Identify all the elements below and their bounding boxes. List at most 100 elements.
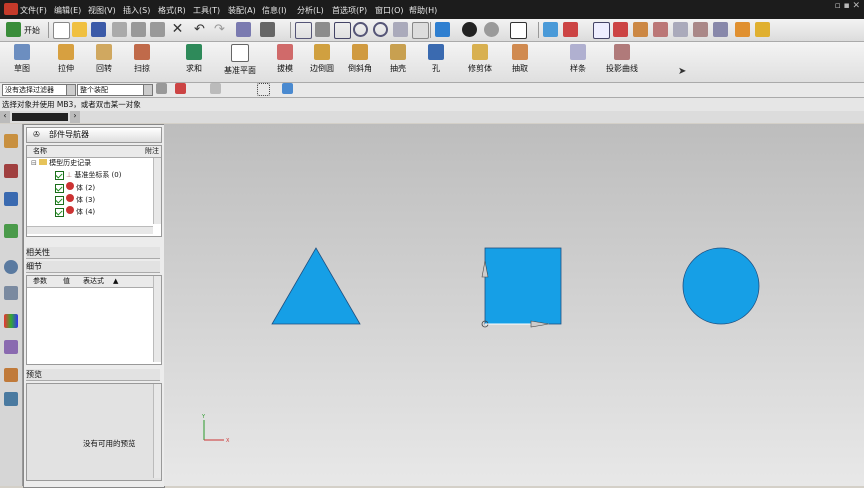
revolve-button[interactable]: 回转 xyxy=(86,44,122,74)
details-scrollbar[interactable] xyxy=(153,276,161,362)
menu-edit[interactable]: 编辑(E) xyxy=(54,5,81,16)
select-icon[interactable] xyxy=(260,22,275,37)
analysis-icon[interactable] xyxy=(593,22,610,39)
background-icon[interactable] xyxy=(484,22,499,37)
tree-row-history[interactable]: ⊟ 模型历史记录 xyxy=(31,158,155,169)
sort-up-icon[interactable]: ▲ xyxy=(113,276,118,287)
zoom-window-icon[interactable] xyxy=(334,22,351,39)
perspective-icon[interactable] xyxy=(412,22,429,39)
new-icon[interactable] xyxy=(53,22,70,39)
col-note[interactable]: 附注 xyxy=(145,146,159,157)
menu-preferences[interactable]: 首选项(P) xyxy=(332,5,367,16)
reuse-library-icon[interactable] xyxy=(4,224,18,238)
snap-point-icon[interactable] xyxy=(175,83,186,94)
open-icon[interactable] xyxy=(72,22,87,37)
edit-section-icon[interactable] xyxy=(510,22,527,39)
undo-icon[interactable]: ↶ xyxy=(192,22,207,37)
arrow-icon[interactable] xyxy=(653,22,668,37)
selection-filter-dropdown[interactable]: 没有选择过滤器 xyxy=(2,84,76,96)
preview-panel[interactable]: 预览 xyxy=(26,369,160,381)
checkbox[interactable] xyxy=(55,207,64,217)
selection-scope-dropdown[interactable]: 整个装配 xyxy=(77,84,153,96)
rectangle-select-icon[interactable] xyxy=(257,83,270,96)
tree-scrollbar[interactable] xyxy=(153,158,161,224)
checkbox[interactable] xyxy=(55,195,64,205)
preview-scrollbar[interactable] xyxy=(153,384,161,478)
measure-icon[interactable] xyxy=(735,22,750,37)
menu-info[interactable]: 信息(I) xyxy=(262,5,287,16)
project-curve-button[interactable]: 投影曲线 xyxy=(600,44,644,74)
menu-insert[interactable]: 插入(S) xyxy=(123,5,150,16)
save-icon[interactable] xyxy=(91,22,106,37)
menu-format[interactable]: 格式(R) xyxy=(158,5,186,16)
checkbox[interactable] xyxy=(55,183,64,193)
cube-icon[interactable] xyxy=(282,83,293,94)
trim-body-button[interactable]: 修剪体 xyxy=(460,44,500,74)
render-style-icon[interactable] xyxy=(462,22,477,37)
scroll-left-icon[interactable]: ‹ xyxy=(0,111,10,123)
process-studio-icon[interactable] xyxy=(4,340,18,354)
move-icon[interactable] xyxy=(713,22,728,37)
ruler-icon[interactable] xyxy=(755,22,770,37)
cut-icon[interactable] xyxy=(112,22,127,37)
plane-icon[interactable] xyxy=(673,22,688,37)
curve-icon[interactable] xyxy=(633,22,648,37)
dependencies-panel[interactable]: 相关性 xyxy=(26,247,160,259)
system-materials-icon[interactable] xyxy=(4,286,18,300)
triangle-shape[interactable] xyxy=(271,247,361,325)
circle-shape[interactable] xyxy=(682,247,760,325)
history-icon[interactable] xyxy=(4,260,18,274)
wcs-icon[interactable] xyxy=(543,22,558,37)
graphics-window[interactable]: Y X xyxy=(164,124,864,486)
scroll-right-icon[interactable]: › xyxy=(70,111,80,123)
extract-button[interactable]: 抽取 xyxy=(502,44,538,74)
orient-view-icon[interactable] xyxy=(435,22,450,37)
constraint-navigator-icon[interactable] xyxy=(4,164,18,178)
menu-help[interactable]: 帮助(H) xyxy=(409,5,437,16)
chamfer-button[interactable]: 倒斜角 xyxy=(342,44,378,74)
hole-button[interactable]: 孔 xyxy=(418,44,454,74)
menu-tools[interactable]: 工具(T) xyxy=(193,5,220,16)
start-icon[interactable] xyxy=(6,22,21,37)
magnifier-icon[interactable] xyxy=(353,22,368,37)
assembly-navigator-icon[interactable] xyxy=(4,134,18,148)
part-navigator-icon[interactable] xyxy=(4,192,18,206)
edge-blend-button[interactable]: 边倒圆 xyxy=(304,44,340,74)
delete-icon[interactable]: ✕ xyxy=(170,22,185,37)
menu-analysis[interactable]: 分析(L) xyxy=(297,5,324,16)
roles-icon[interactable] xyxy=(4,368,18,382)
point-icon[interactable] xyxy=(613,22,628,37)
menu-view[interactable]: 视图(V) xyxy=(88,5,116,16)
draft-button[interactable]: 拔模 xyxy=(268,44,302,74)
col-param[interactable]: 参数 xyxy=(33,276,47,287)
start-button[interactable]: 开始 xyxy=(24,25,40,36)
menu-assembly[interactable]: 装配(A) xyxy=(228,5,256,16)
menu-window[interactable]: 窗口(O) xyxy=(375,5,404,16)
col-value[interactable]: 值 xyxy=(63,276,70,287)
shell-button[interactable]: 抽壳 xyxy=(380,44,416,74)
rotate-icon[interactable] xyxy=(373,22,388,37)
tree-hscrollbar[interactable] xyxy=(27,226,153,234)
redo-icon[interactable]: ↷ xyxy=(212,22,227,37)
command-finder-icon[interactable] xyxy=(236,22,251,37)
fit-icon[interactable] xyxy=(295,22,312,39)
pan-icon[interactable] xyxy=(393,22,408,37)
gear-icon[interactable]: ✇ xyxy=(33,128,40,142)
spline-button[interactable]: 样条 xyxy=(560,44,596,74)
mirror-icon[interactable] xyxy=(693,22,708,37)
unite-button[interactable]: 求和 xyxy=(176,44,212,74)
zoom-icon[interactable] xyxy=(315,22,330,37)
details-panel[interactable]: 细节 xyxy=(26,261,160,273)
snap-icon[interactable] xyxy=(563,22,578,37)
selection-option-icon[interactable] xyxy=(210,83,221,94)
window-controls-icon[interactable]: ▫ ▪ ✕ xyxy=(835,1,860,11)
square-shape[interactable] xyxy=(484,247,562,325)
col-expression[interactable]: 表达式 xyxy=(83,276,104,287)
col-name[interactable]: 名称 xyxy=(33,146,47,157)
sketch-button[interactable]: 草图 xyxy=(4,44,40,74)
paste-icon[interactable] xyxy=(150,22,165,37)
copy-icon[interactable] xyxy=(131,22,146,37)
checkbox[interactable] xyxy=(55,170,64,180)
menu-file[interactable]: 文件(F) xyxy=(20,5,47,16)
datum-plane-button[interactable]: 基准平面 xyxy=(218,44,262,76)
